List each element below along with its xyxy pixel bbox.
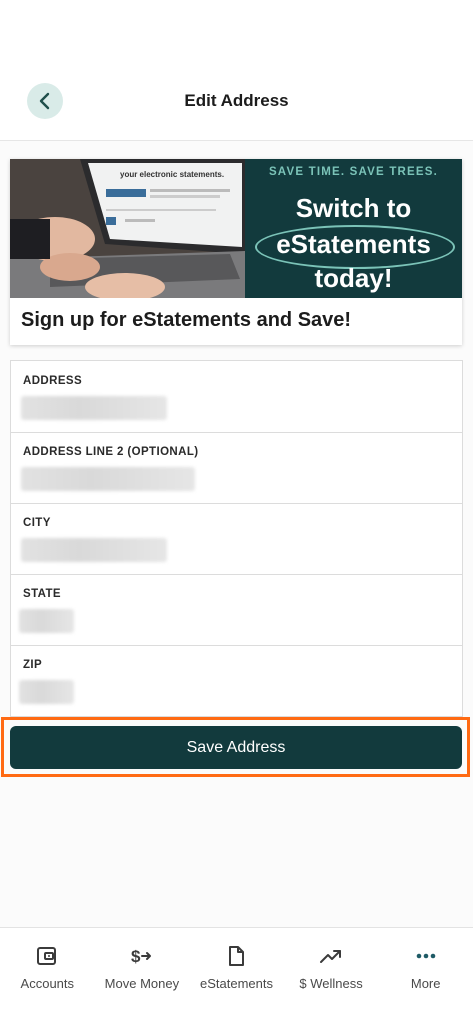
trend-up-icon xyxy=(320,950,342,963)
screen-heading: your electronic statements. xyxy=(120,170,224,179)
address-line2-label: ADDRESS LINE 2 (OPTIONAL) xyxy=(23,446,199,458)
zip-field[interactable]: ZIP xyxy=(11,645,462,716)
bottom-nav: Accounts $ Move Money eStatements $ Well… xyxy=(0,927,473,1025)
nav-label-wellness: $ Wellness xyxy=(299,976,363,991)
address-label: ADDRESS xyxy=(23,375,83,387)
save-address-button[interactable]: Save Address xyxy=(10,726,462,769)
promo-banner: your electronic statements. SAVE TIME. S… xyxy=(10,159,462,298)
header: Edit Address xyxy=(0,0,473,141)
nav-item-wellness[interactable]: $ Wellness xyxy=(284,928,379,1025)
city-value-redacted xyxy=(21,538,167,562)
promo-text-block: SAVE TIME. SAVE TREES. Switch to eStatem… xyxy=(245,159,462,298)
zip-label: ZIP xyxy=(23,659,43,671)
promo-caption: Sign up for eStatements and Save! xyxy=(21,309,352,331)
content-area: your electronic statements. SAVE TIME. S… xyxy=(0,141,473,927)
promo-tagline: SAVE TIME. SAVE TREES. xyxy=(268,166,439,178)
nav-label-accounts: Accounts xyxy=(20,976,75,991)
laptop-photo: your electronic statements. xyxy=(10,159,245,298)
promo-headline-line1: Switch to xyxy=(295,193,412,223)
address-line2-field[interactable]: ADDRESS LINE 2 (OPTIONAL) xyxy=(11,432,462,504)
nav-item-move-money[interactable]: $ Move Money xyxy=(95,928,190,1025)
nav-item-estatements[interactable]: eStatements xyxy=(189,928,284,1025)
state-value-redacted xyxy=(19,609,74,633)
page-title: Edit Address xyxy=(184,91,289,110)
state-label: STATE xyxy=(23,588,61,600)
state-field[interactable]: STATE xyxy=(11,574,462,646)
document-icon xyxy=(229,946,245,966)
zip-value-redacted xyxy=(19,680,74,704)
wallet-icon xyxy=(37,947,57,965)
nav-item-more[interactable]: More xyxy=(378,928,473,1025)
address-field[interactable]: ADDRESS xyxy=(11,361,462,433)
estatements-promo-card[interactable]: your electronic statements. SAVE TIME. S… xyxy=(10,159,462,345)
promo-headline-line3: today! xyxy=(314,263,393,293)
promo-headline-line2: eStatements xyxy=(276,229,431,259)
more-dots-icon xyxy=(416,953,435,959)
address-line2-value-redacted xyxy=(21,467,195,491)
svg-text:$: $ xyxy=(131,947,141,966)
transfer-money-icon: $ xyxy=(131,947,151,966)
nav-item-accounts[interactable]: Accounts xyxy=(0,928,95,1025)
nav-label-estatements: eStatements xyxy=(199,976,273,991)
city-label: CITY xyxy=(23,517,51,529)
nav-label-more: More xyxy=(410,976,441,991)
address-form: ADDRESS ADDRESS LINE 2 (OPTIONAL) CITY S… xyxy=(10,360,463,717)
address-value-redacted xyxy=(21,396,167,420)
nav-label-move-money: Move Money xyxy=(104,976,180,991)
city-field[interactable]: CITY xyxy=(11,503,462,575)
